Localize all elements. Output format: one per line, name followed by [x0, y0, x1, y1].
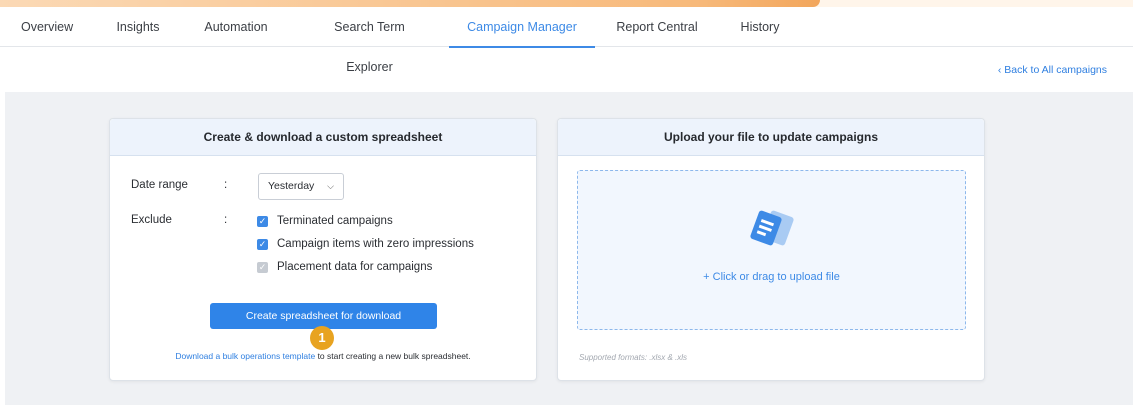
exclude-label: Exclude: [131, 214, 172, 226]
template-note-suffix: to start creating a new bulk spreadsheet…: [315, 351, 471, 361]
tab-overview[interactable]: Overview: [21, 7, 73, 47]
upload-instruction: + Click or drag to upload file: [703, 271, 840, 283]
tab-history[interactable]: History: [739, 7, 781, 47]
checkbox-checked-icon[interactable]: ✓: [257, 238, 268, 250]
top-banner-strip: [0, 0, 1133, 7]
template-note: Download a bulk operations template to s…: [110, 351, 536, 361]
tab-automation[interactable]: Automation: [203, 7, 269, 47]
exclude-placement-label: Placement data for campaigns: [277, 261, 433, 273]
tab-insights[interactable]: Insights: [114, 7, 162, 47]
chevron-down-icon: ⌵: [327, 181, 334, 191]
exclude-colon: :: [224, 214, 228, 226]
back-to-all-campaigns-link[interactable]: ‹ Back to All campaigns: [998, 64, 1107, 76]
exclude-terminated-option[interactable]: ✓ Terminated campaigns: [257, 214, 393, 228]
upload-file-card: Upload your file to update campaigns + C…: [557, 118, 985, 381]
step-marker: 1: [310, 326, 334, 350]
tab-search-term-explorer[interactable]: Search Term Explorer: [311, 7, 428, 74]
checkbox-checked-icon[interactable]: ✓: [257, 215, 268, 227]
create-card-title: Create & download a custom spreadsheet: [110, 119, 536, 156]
bulk-template-link[interactable]: Download a bulk operations template: [175, 351, 315, 361]
date-range-colon: :: [224, 179, 228, 191]
date-range-select[interactable]: Yesterday ⌵: [258, 173, 344, 200]
banner-accent: [0, 0, 820, 7]
create-spreadsheet-button[interactable]: Create spreadsheet for download: [210, 303, 437, 329]
date-range-label: Date range: [131, 179, 188, 191]
upload-card-title: Upload your file to update campaigns: [558, 119, 984, 156]
tab-navigation: Overview Insights Automation Search Term…: [0, 7, 1133, 74]
upload-document-icon: [750, 210, 794, 246]
supported-formats-note: Supported formats: .xlsx & .xls: [579, 353, 688, 362]
exclude-placement-option[interactable]: ✓ Placement data for campaigns: [257, 260, 432, 274]
checkbox-disabled-icon[interactable]: ✓: [257, 261, 268, 273]
tab-campaign-manager[interactable]: Campaign Manager: [449, 7, 595, 48]
exclude-zero-impressions-label: Campaign items with zero impressions: [277, 238, 474, 250]
date-range-value: Yesterday: [268, 180, 315, 192]
exclude-terminated-label: Terminated campaigns: [277, 215, 393, 227]
upload-dropzone[interactable]: + Click or drag to upload file: [577, 170, 966, 330]
tab-report-central[interactable]: Report Central: [616, 7, 698, 47]
exclude-zero-impressions-option[interactable]: ✓ Campaign items with zero impressions: [257, 237, 474, 251]
